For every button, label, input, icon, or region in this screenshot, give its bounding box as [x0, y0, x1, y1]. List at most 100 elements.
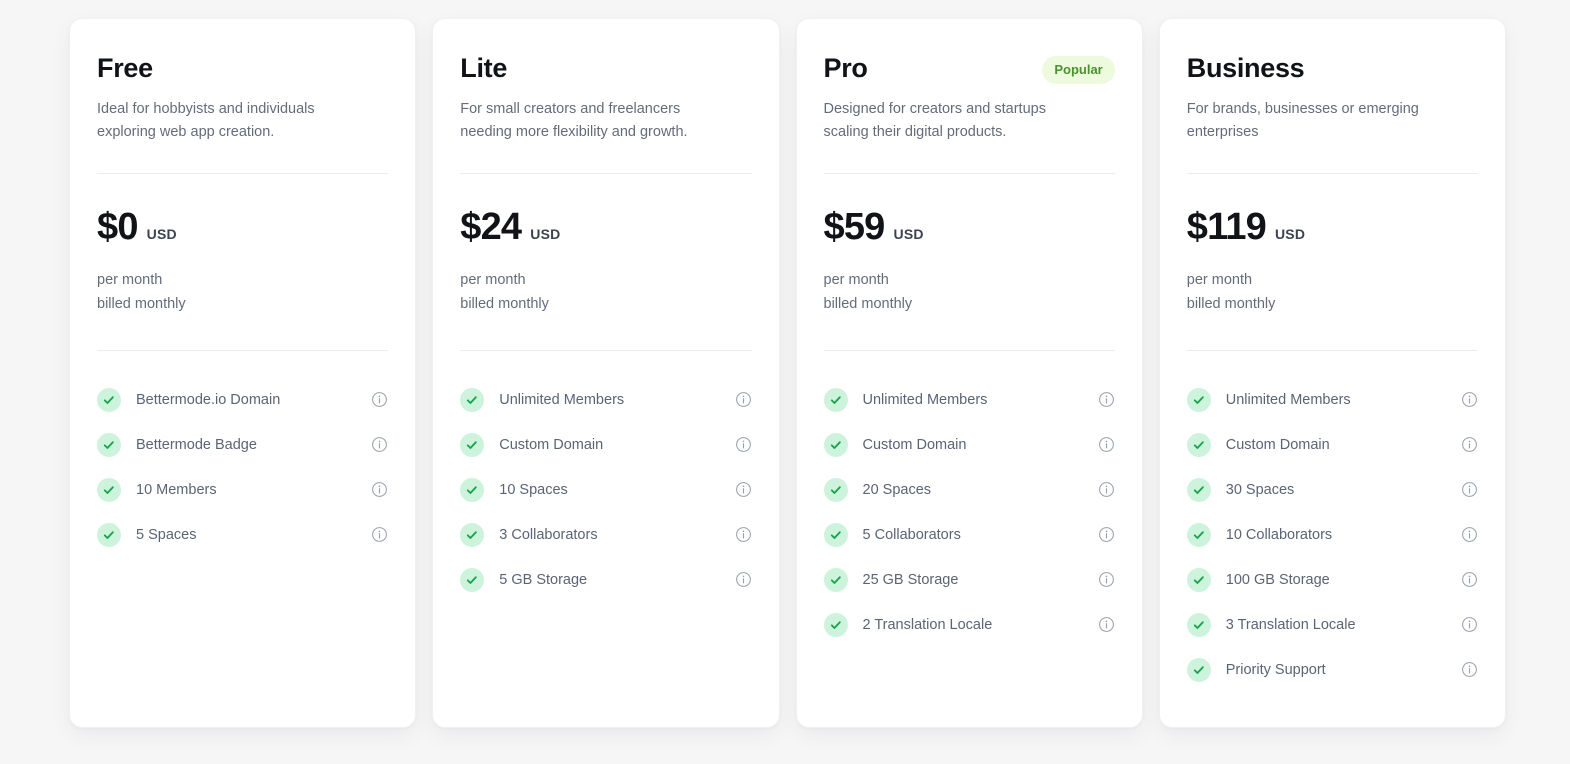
feature-row: Unlimited Members — [823, 377, 1115, 422]
feature-label: 30 Spaces — [1225, 481, 1295, 498]
feature-label: 25 GB Storage — [862, 571, 959, 588]
price-terms: per month billed monthly — [97, 268, 388, 316]
info-icon[interactable] — [1461, 481, 1478, 498]
check-icon — [823, 612, 848, 637]
check-icon — [460, 522, 485, 547]
feature-label: Custom Domain — [862, 436, 967, 453]
feature-label: Unlimited Members — [499, 391, 625, 408]
check-icon — [460, 567, 485, 592]
feature-row: Custom Domain — [823, 422, 1115, 467]
price-billing: billed monthly — [460, 296, 549, 312]
plan-card-lite[interactable]: Lite For small creators and freelancers n… — [432, 18, 780, 728]
feature-row: 3 Translation Locale — [1186, 602, 1478, 647]
feature-label: 5 Collaborators — [862, 526, 961, 543]
feature-row: Unlimited Members — [1186, 377, 1478, 422]
info-icon[interactable] — [1098, 616, 1115, 633]
feature-label: Priority Support — [1225, 661, 1326, 678]
check-icon — [460, 432, 485, 457]
check-icon — [1186, 567, 1211, 592]
price-row: $119 USD — [1187, 206, 1478, 248]
info-icon[interactable] — [735, 526, 752, 543]
info-icon[interactable] — [1098, 526, 1115, 543]
feature-label: 5 Spaces — [136, 526, 197, 543]
check-icon — [1186, 522, 1211, 547]
info-icon[interactable] — [1098, 481, 1115, 498]
feature-row: 5 Spaces — [97, 512, 388, 557]
info-icon[interactable] — [1461, 571, 1478, 588]
check-icon — [1186, 432, 1211, 457]
info-icon[interactable] — [735, 571, 752, 588]
plan-card-business[interactable]: Business For brands, businesses or emergi… — [1158, 18, 1506, 728]
plan-header: Pro Popular — [824, 52, 1115, 84]
plan-header: Business — [1187, 52, 1478, 84]
feature-label: 3 Collaborators — [499, 526, 598, 543]
info-icon[interactable] — [1098, 391, 1115, 408]
price-terms: per month billed monthly — [460, 268, 751, 316]
feature-row: 5 GB Storage — [460, 557, 751, 602]
feature-row: Custom Domain — [1186, 422, 1478, 467]
feature-list: Unlimited Members Custom Domain 10 Spaces 3… — [460, 351, 751, 602]
info-icon[interactable] — [371, 436, 388, 453]
price-block: $59 USD per month billed monthly — [824, 174, 1115, 316]
feature-label: 2 Translation Locale — [862, 616, 993, 633]
info-icon[interactable] — [1098, 571, 1115, 588]
plan-name: Free — [97, 53, 153, 83]
info-icon[interactable] — [371, 481, 388, 498]
info-icon[interactable] — [735, 436, 752, 453]
feature-row: Unlimited Members — [460, 377, 751, 422]
plan-header: Free — [97, 52, 388, 84]
info-icon[interactable] — [1461, 661, 1478, 678]
info-icon[interactable] — [1461, 391, 1478, 408]
price-row: $0 USD — [97, 206, 388, 248]
feature-label: Unlimited Members — [862, 391, 988, 408]
feature-list: Unlimited Members Custom Domain 20 Spaces 5… — [823, 351, 1115, 647]
price-period: per month — [97, 272, 163, 288]
price-row: $24 USD — [460, 206, 751, 248]
check-icon — [97, 522, 121, 547]
price-amount: $24 — [460, 206, 522, 248]
feature-label: 100 GB Storage — [1225, 571, 1330, 588]
plan-name: Lite — [460, 53, 508, 83]
info-icon[interactable] — [1461, 526, 1478, 543]
check-icon — [823, 387, 848, 412]
feature-label: Bettermode Badge — [136, 436, 257, 453]
price-period: per month — [1186, 272, 1253, 288]
price-billing: billed monthly — [97, 296, 186, 312]
info-icon[interactable] — [371, 526, 388, 543]
info-icon[interactable] — [371, 391, 388, 408]
info-icon[interactable] — [735, 391, 752, 408]
price-amount: $119 — [1186, 206, 1267, 248]
check-icon — [823, 477, 848, 502]
feature-label: Custom Domain — [499, 436, 604, 453]
price-block: $0 USD per month billed monthly — [97, 174, 388, 316]
check-icon — [1186, 612, 1211, 637]
pricing-plans-grid: Free Ideal for hobbyists and individuals … — [0, 0, 1570, 764]
plan-description: For small creators and freelancers needi… — [460, 101, 688, 140]
price-block: $24 USD per month billed monthly — [460, 174, 751, 316]
feature-row: 20 Spaces — [823, 467, 1115, 512]
feature-row: Custom Domain — [460, 422, 751, 467]
info-icon[interactable] — [735, 481, 752, 498]
price-billing: billed monthly — [823, 296, 913, 312]
plan-description: For brands, businesses or emerging enter… — [1186, 101, 1419, 140]
check-icon — [460, 477, 485, 502]
feature-label: Custom Domain — [1225, 436, 1330, 453]
info-icon[interactable] — [1461, 616, 1478, 633]
plan-header: Lite — [460, 52, 751, 84]
feature-row: 2 Translation Locale — [823, 602, 1115, 647]
info-icon[interactable] — [1461, 436, 1478, 453]
feature-row: 10 Collaborators — [1186, 512, 1478, 557]
price-terms: per month billed monthly — [824, 268, 1115, 316]
check-icon — [823, 432, 848, 457]
feature-label: 3 Translation Locale — [1225, 616, 1356, 633]
price-currency: USD — [146, 226, 177, 242]
feature-label: Bettermode.io Domain — [136, 391, 281, 408]
feature-row: Priority Support — [1186, 647, 1478, 692]
info-icon[interactable] — [1098, 436, 1115, 453]
check-icon — [97, 387, 121, 412]
popular-badge: Popular — [1042, 56, 1115, 84]
price-currency: USD — [530, 226, 561, 242]
plan-card-pro[interactable]: Pro Popular Designed for creators and star… — [795, 18, 1143, 728]
feature-label: 10 Collaborators — [1225, 526, 1333, 543]
plan-card-free[interactable]: Free Ideal for hobbyists and individuals … — [69, 18, 417, 728]
